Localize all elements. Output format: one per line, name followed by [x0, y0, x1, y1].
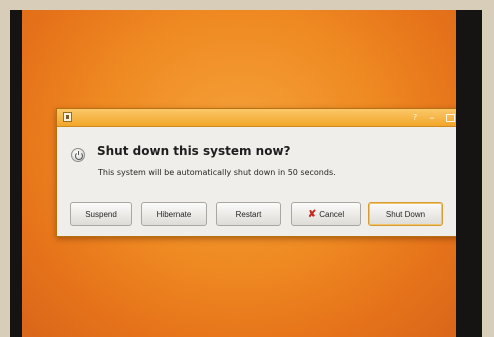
- power-icon: [71, 148, 85, 162]
- minimize-button[interactable]: –: [425, 110, 439, 125]
- suspend-button[interactable]: Suspend: [70, 202, 132, 226]
- cancel-button-label: Cancel: [319, 210, 345, 219]
- restart-button[interactable]: Restart: [216, 202, 281, 226]
- window-icon[interactable]: [63, 112, 72, 122]
- shutdown-dialog: ? – ✕ Shut down this system now? This sy…: [56, 108, 456, 237]
- maximize-button[interactable]: [443, 110, 456, 125]
- dialog-message: This system will be automatically shut d…: [98, 168, 336, 177]
- dialog-titlebar[interactable]: ? – ✕: [57, 109, 456, 127]
- shutdown-button[interactable]: Shut Down: [368, 202, 443, 226]
- cancel-button[interactable]: ✘ Cancel: [291, 202, 361, 226]
- dialog-title: Shut down this system now?: [97, 144, 291, 158]
- cancel-icon: ✘: [307, 209, 317, 220]
- hibernate-button[interactable]: Hibernate: [141, 202, 207, 226]
- help-button[interactable]: ?: [409, 110, 421, 125]
- desktop-background: ? – ✕ Shut down this system now? This sy…: [22, 10, 456, 337]
- maximize-icon: [445, 114, 455, 122]
